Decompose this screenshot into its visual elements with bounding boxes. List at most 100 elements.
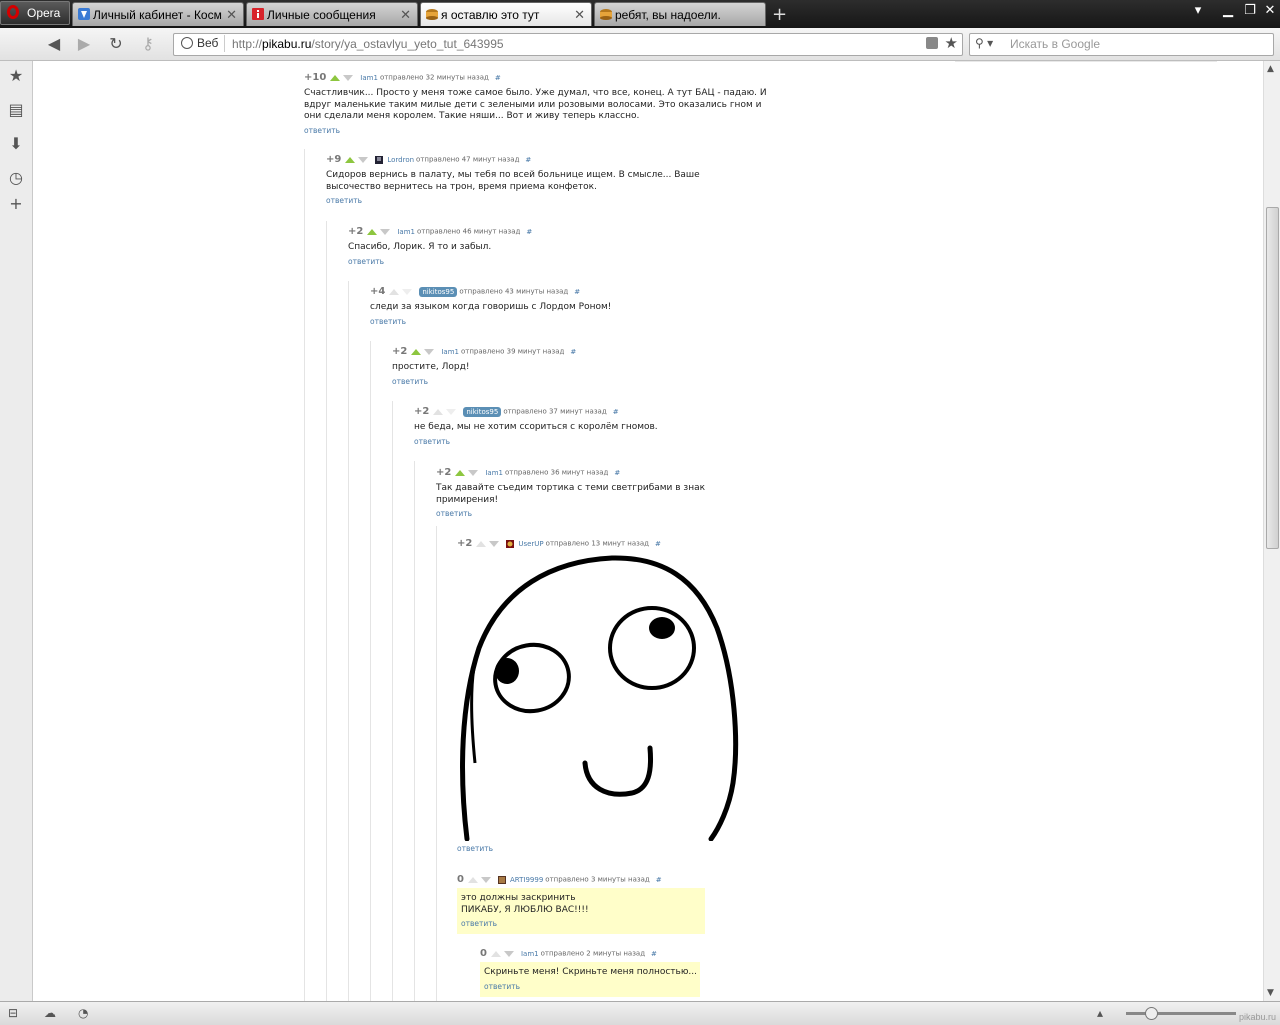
upvote-icon[interactable] — [476, 540, 487, 547]
comment-author[interactable]: nikitos95 — [419, 286, 458, 297]
downvote-icon[interactable] — [480, 876, 491, 883]
restore-icon[interactable]: ❐ — [1240, 3, 1260, 21]
zoom-slider[interactable] — [1126, 1012, 1236, 1015]
comment-permalink[interactable]: # — [656, 876, 662, 884]
comment-permalink[interactable]: # — [495, 74, 501, 82]
reply-link[interactable]: ответить — [392, 377, 792, 386]
minimize-icon[interactable]: ▁ — [1218, 3, 1238, 21]
tab-lichnye-soobshcheniya[interactable]: Личные сообщения ✕ — [246, 2, 418, 26]
view-menu-icon[interactable]: ▴ — [1097, 1006, 1113, 1020]
comment-author[interactable]: Iam1 — [485, 469, 503, 477]
downvote-icon[interactable] — [489, 540, 500, 547]
comment-header: +10 Iam1 отправлено 32 минуты назад # — [304, 72, 774, 86]
upvote-icon[interactable] — [411, 348, 422, 355]
comment-author[interactable]: nikitos95 — [463, 406, 502, 417]
comment-permalink[interactable]: # — [574, 288, 580, 296]
downvote-icon[interactable] — [424, 348, 435, 355]
tab-label: Личные сообщения — [267, 8, 376, 22]
comment-text: простите, Лорд! — [392, 362, 470, 372]
comment-permalink[interactable]: # — [614, 469, 620, 477]
upvote-icon[interactable] — [455, 469, 466, 476]
reply-link[interactable]: ответить — [436, 509, 726, 518]
tab-menu-icon[interactable]: ▾ — [1188, 3, 1208, 21]
reply-link[interactable]: ответить — [484, 982, 700, 991]
reply-link[interactable]: ответить — [304, 126, 774, 135]
comment: +2 Iam1 отправлено 39 минут назад # простит… — [392, 346, 792, 386]
tab-lichnyi-kabinet[interactable]: Личный кабинет - Косм... ✕ — [72, 2, 244, 26]
comment: +2 nikitos95 отправлено 37 минут назад # не… — [414, 406, 814, 446]
turbo-icon[interactable]: ◔ — [78, 1006, 94, 1020]
upvote-icon[interactable] — [345, 156, 356, 163]
comment-permalink[interactable]: # — [651, 950, 657, 958]
address-field[interactable]: Веб http://pikabu.ru/story/ya_ostavlyu_y… — [173, 33, 963, 56]
globe-icon — [181, 37, 193, 49]
tab-label: ребят, вы надоели. — [615, 8, 721, 22]
tab-rebyat-vy-nadoeli[interactable]: ребят, вы надоели. — [594, 2, 766, 26]
downvote-icon[interactable] — [380, 228, 391, 235]
close-tab-icon[interactable]: ✕ — [574, 7, 585, 23]
search-icon[interactable]: ⚲ ▾ — [975, 36, 993, 50]
vertical-scrollbar[interactable]: ▲ ▼ — [1263, 61, 1280, 1001]
zoom-slider-knob[interactable] — [1145, 1007, 1158, 1020]
close-tab-icon[interactable]: ✕ — [400, 7, 411, 23]
reply-link[interactable]: ответить — [414, 437, 814, 446]
key-icon[interactable]: ⚷ — [138, 34, 158, 54]
reply-link[interactable]: ответить — [348, 257, 748, 266]
upvote-icon[interactable] — [433, 408, 444, 415]
tab-ya-ostavlyu-eto-tut[interactable]: я оставлю это тут ✕ — [420, 2, 592, 26]
bookmark-star-icon[interactable]: ★ — [945, 34, 958, 52]
search-field[interactable]: ⚲ ▾ Искать в Google — [969, 33, 1274, 56]
close-window-icon[interactable]: ✕ — [1260, 3, 1280, 21]
scrollbar-thumb[interactable] — [1266, 207, 1279, 549]
reload-icon[interactable]: ↻ — [106, 34, 126, 54]
url-text[interactable]: http://pikabu.ru/story/ya_ostavlyu_yeto_… — [232, 37, 504, 51]
upvote-icon[interactable] — [330, 74, 341, 81]
reply-link[interactable]: ответить — [326, 196, 746, 205]
comment-permalink[interactable]: # — [655, 540, 661, 548]
downvote-icon[interactable] — [343, 74, 354, 81]
reply-link[interactable]: ответить — [461, 919, 705, 928]
new-tab-button[interactable]: + — [772, 4, 787, 25]
comment-permalink[interactable]: # — [526, 228, 532, 236]
comment-permalink[interactable]: # — [570, 348, 576, 356]
bookmarks-star-icon[interactable]: ★ — [7, 67, 25, 85]
web-badge[interactable]: Веб — [177, 35, 226, 52]
notes-icon[interactable]: ▤ — [7, 101, 25, 119]
comment-permalink[interactable]: # — [525, 156, 531, 164]
comment-author[interactable]: Lordron — [387, 156, 414, 164]
add-panel-icon[interactable]: + — [7, 195, 25, 213]
upvote-icon[interactable] — [367, 228, 378, 235]
forward-arrow-icon[interactable]: ▶ — [74, 34, 94, 54]
scroll-up-icon[interactable]: ▲ — [1267, 64, 1274, 74]
downvote-icon[interactable] — [446, 408, 457, 415]
comment-author[interactable]: Iam1 — [441, 348, 459, 356]
comment-rating: +2 — [436, 467, 452, 478]
panel-toggle-icon[interactable]: ⊟ — [8, 1006, 24, 1020]
upvote-icon[interactable] — [389, 288, 400, 295]
comment-meta: отправлено 39 минут назад — [460, 347, 565, 356]
rss-icon[interactable] — [926, 37, 938, 49]
opera-menu-button[interactable]: Opera — [0, 1, 70, 25]
comment-author[interactable]: UserUP — [518, 540, 543, 548]
comment-author[interactable]: Iam1 — [397, 228, 415, 236]
comment-author[interactable]: Iam1 — [521, 950, 539, 958]
comment-author[interactable]: Iam1 — [360, 74, 378, 82]
scroll-down-icon[interactable]: ▼ — [1267, 988, 1274, 998]
history-clock-icon[interactable]: ◷ — [7, 169, 25, 187]
downvote-icon[interactable] — [402, 288, 413, 295]
reply-link[interactable]: ответить — [370, 317, 770, 326]
unite-cloud-icon[interactable]: ☁ — [44, 1006, 60, 1020]
back-arrow-icon[interactable]: ◀ — [44, 34, 64, 54]
reply-link[interactable]: ответить — [457, 844, 757, 853]
upvote-icon[interactable] — [467, 876, 478, 883]
downvote-icon[interactable] — [468, 469, 479, 476]
comment-meta: отправлено 13 минут назад — [545, 539, 650, 548]
comment-permalink[interactable]: # — [613, 408, 619, 416]
divider — [955, 61, 1217, 62]
close-tab-icon[interactable]: ✕ — [226, 7, 237, 23]
downvote-icon[interactable] — [358, 156, 369, 163]
downloads-icon[interactable]: ⬇ — [7, 135, 25, 153]
comment-author[interactable]: ARTI9999 — [510, 876, 543, 884]
upvote-icon[interactable] — [490, 950, 501, 957]
downvote-icon[interactable] — [503, 950, 514, 957]
